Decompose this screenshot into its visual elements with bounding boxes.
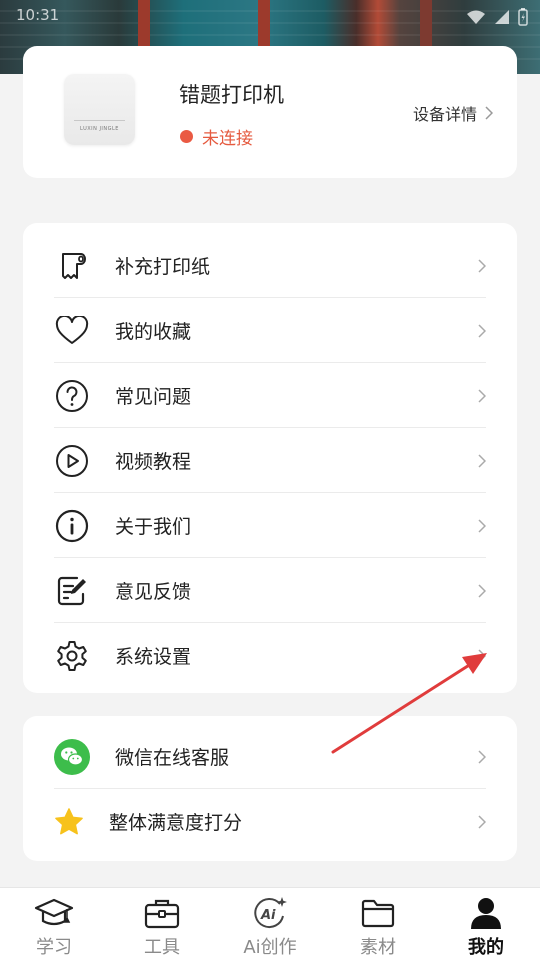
device-detail-label: 设备详情	[412, 105, 477, 124]
play-circle-icon	[54, 443, 90, 479]
tab-label: 工具	[144, 937, 180, 958]
signal-icon	[495, 10, 509, 24]
device-card[interactable]: LUXIN JINGLE 错题打印机 未连接 设备详情	[23, 46, 517, 178]
chevron-right-icon	[478, 749, 486, 764]
menu-item-label: 系统设置	[115, 646, 192, 668]
ai-sparkle-icon: Ai	[252, 896, 288, 930]
menu-item-video-tutorials[interactable]: 视频教程	[54, 428, 486, 493]
menu-item-feedback[interactable]: 意见反馈	[54, 558, 486, 623]
menu-item-label: 意见反馈	[115, 581, 192, 603]
menu-item-label: 补充打印纸	[115, 256, 211, 278]
menu-item-refill-paper[interactable]: 补充打印纸	[54, 233, 486, 298]
menu-item-faq[interactable]: 常见问题	[54, 363, 486, 428]
tab-tools[interactable]: 工具	[108, 888, 216, 960]
device-name: 错题打印机	[179, 83, 284, 107]
menu-item-favorites[interactable]: 我的收藏	[54, 298, 486, 363]
printer-brand-mark: LUXIN JINGLE	[80, 126, 119, 132]
folder-icon	[360, 896, 396, 930]
chevron-right-icon	[478, 453, 486, 468]
question-circle-icon	[54, 378, 90, 414]
chevron-right-icon	[478, 814, 486, 829]
chevron-right-icon	[478, 323, 486, 338]
toolbox-icon	[144, 896, 180, 930]
menu-item-label: 关于我们	[115, 516, 192, 538]
menu-item-label: 视频教程	[115, 451, 192, 473]
graduation-cap-icon	[34, 896, 74, 930]
menu-item-wechat-support[interactable]: 微信在线客服	[54, 724, 486, 789]
tab-materials[interactable]: 素材	[324, 888, 432, 960]
feedback-edit-icon	[54, 573, 90, 609]
chevron-right-icon	[478, 648, 486, 663]
battery-icon	[518, 8, 528, 26]
chevron-right-icon	[478, 258, 486, 273]
status-time: 10:31	[16, 6, 60, 24]
tab-label: Ai创作	[243, 937, 297, 958]
paper-roll-icon	[54, 248, 90, 284]
menu-item-label: 常见问题	[115, 386, 192, 408]
menu-item-label: 我的收藏	[115, 321, 192, 343]
tab-mine[interactable]: 我的	[432, 888, 540, 960]
menu-item-system-settings[interactable]: 系统设置	[54, 623, 486, 688]
wechat-icon	[54, 738, 90, 775]
menu-card: 补充打印纸 我的收藏 常见问题 视频教程 关于我们 意见反馈 系统设置	[23, 223, 517, 693]
tab-study[interactable]: 学习	[0, 888, 108, 960]
user-icon	[469, 896, 503, 930]
tab-label: 我的	[468, 937, 504, 958]
menu-item-satisfaction-rating[interactable]: 整体满意度打分	[54, 789, 486, 854]
status-bar: 10:31	[16, 6, 528, 28]
support-card: 微信在线客服 整体满意度打分	[23, 716, 517, 861]
tab-label: 素材	[360, 937, 396, 958]
tab-label: 学习	[36, 937, 72, 958]
tab-ai-creation[interactable]: Ai Ai创作	[216, 888, 324, 960]
chevron-right-icon	[478, 388, 486, 403]
status-dot-icon	[180, 130, 193, 143]
chevron-right-icon	[478, 583, 486, 598]
printer-thumbnail: LUXIN JINGLE	[64, 74, 135, 145]
menu-item-label: 整体满意度打分	[109, 812, 243, 834]
connection-status: 未连接	[180, 124, 253, 149]
info-circle-icon	[54, 508, 90, 544]
gear-icon	[54, 638, 90, 674]
svg-text:Ai: Ai	[260, 908, 276, 923]
heart-icon	[54, 313, 90, 349]
bottom-tab-bar: 学习 工具 Ai Ai创作 素材 我的	[0, 887, 540, 960]
connection-status-label: 未连接	[202, 129, 253, 149]
menu-item-label: 微信在线客服	[115, 747, 230, 769]
star-icon	[54, 804, 84, 840]
chevron-right-icon	[485, 106, 493, 120]
chevron-right-icon	[478, 518, 486, 533]
device-detail-link[interactable]: 设备详情	[413, 101, 493, 125]
wifi-icon	[467, 10, 485, 24]
menu-item-about-us[interactable]: 关于我们	[54, 493, 486, 558]
